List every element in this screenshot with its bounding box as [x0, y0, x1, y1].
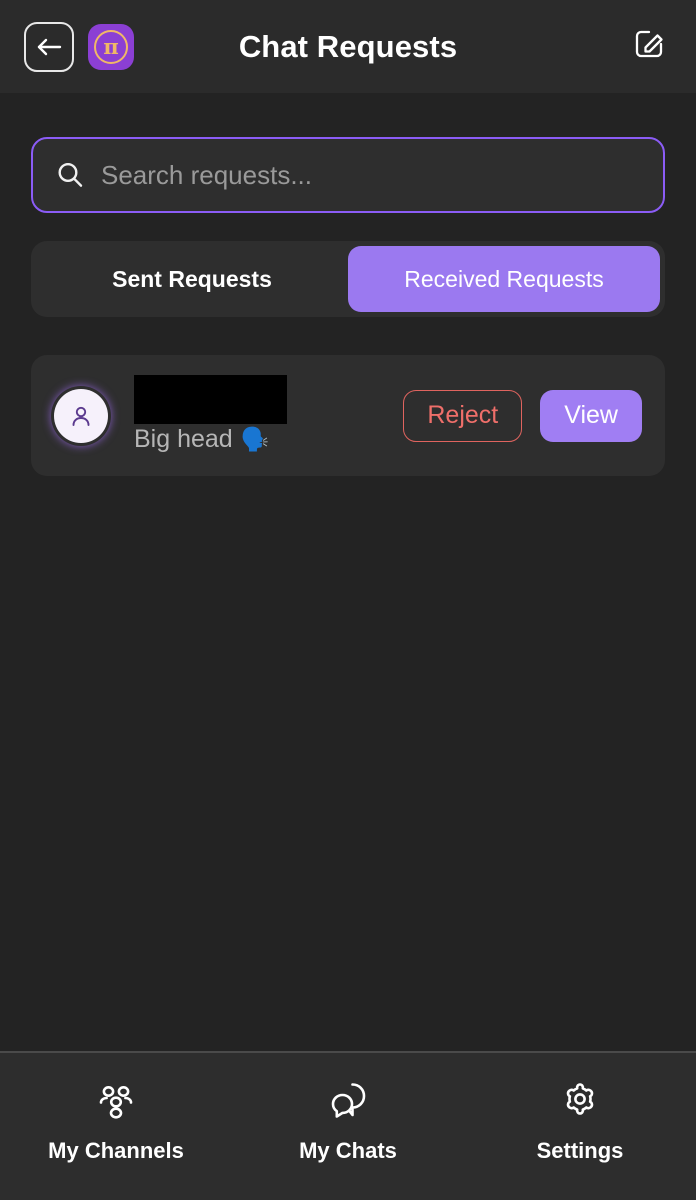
tab-sent-requests[interactable]: Sent Requests: [36, 246, 348, 312]
search-icon: [55, 160, 85, 190]
speaking-head-icon: 🗣️: [240, 427, 270, 453]
bottom-navigation: My Channels My Chats Settings: [0, 1051, 696, 1200]
back-button[interactable]: [24, 21, 74, 72]
request-user-meta: Big head 🗣️: [134, 375, 403, 454]
request-actions: Reject View: [403, 389, 642, 442]
users-group-icon: [93, 1079, 139, 1123]
app-header: π Chat Requests: [0, 0, 696, 93]
nav-label-my-chats: My Chats: [299, 1138, 397, 1163]
search-input[interactable]: [101, 159, 641, 191]
pi-network-logo[interactable]: π: [88, 23, 134, 70]
compose-button[interactable]: [626, 24, 672, 70]
app-root: π Chat Requests Search requests... Sent …: [0, 0, 696, 1200]
nav-label-settings: Settings: [536, 1138, 624, 1163]
redacted-username: [134, 375, 287, 424]
pi-logo-circle: π: [94, 29, 128, 64]
user-subtitle: Big head 🗣️: [134, 425, 403, 454]
reject-button[interactable]: Reject: [403, 389, 523, 442]
view-button[interactable]: View: [540, 389, 642, 442]
tab-received-requests[interactable]: Received Requests: [348, 246, 660, 312]
nav-item-my-chats[interactable]: My Chats: [232, 1079, 464, 1164]
arrow-left-icon: [35, 35, 63, 59]
user-subtitle-text: Big head: [134, 425, 233, 453]
search-bar[interactable]: [31, 137, 665, 213]
nav-item-my-channels[interactable]: My Channels: [0, 1079, 232, 1164]
gear-icon: [557, 1079, 603, 1123]
user-avatar-icon: [72, 406, 90, 426]
nav-label-my-channels: My Channels: [48, 1138, 184, 1163]
avatar: [54, 388, 108, 443]
request-type-tabs: Sent Requests Received Requests: [31, 241, 665, 317]
request-card[interactable]: Big head 🗣️ Reject View: [31, 355, 665, 476]
nav-item-settings[interactable]: Settings: [464, 1079, 696, 1164]
chat-bubbles-icon: [325, 1079, 371, 1123]
pi-logo-glyph: π: [103, 33, 119, 59]
page-body: Sent Requests Received Requests Big head…: [0, 93, 696, 1051]
compose-edit-icon: [632, 27, 666, 66]
